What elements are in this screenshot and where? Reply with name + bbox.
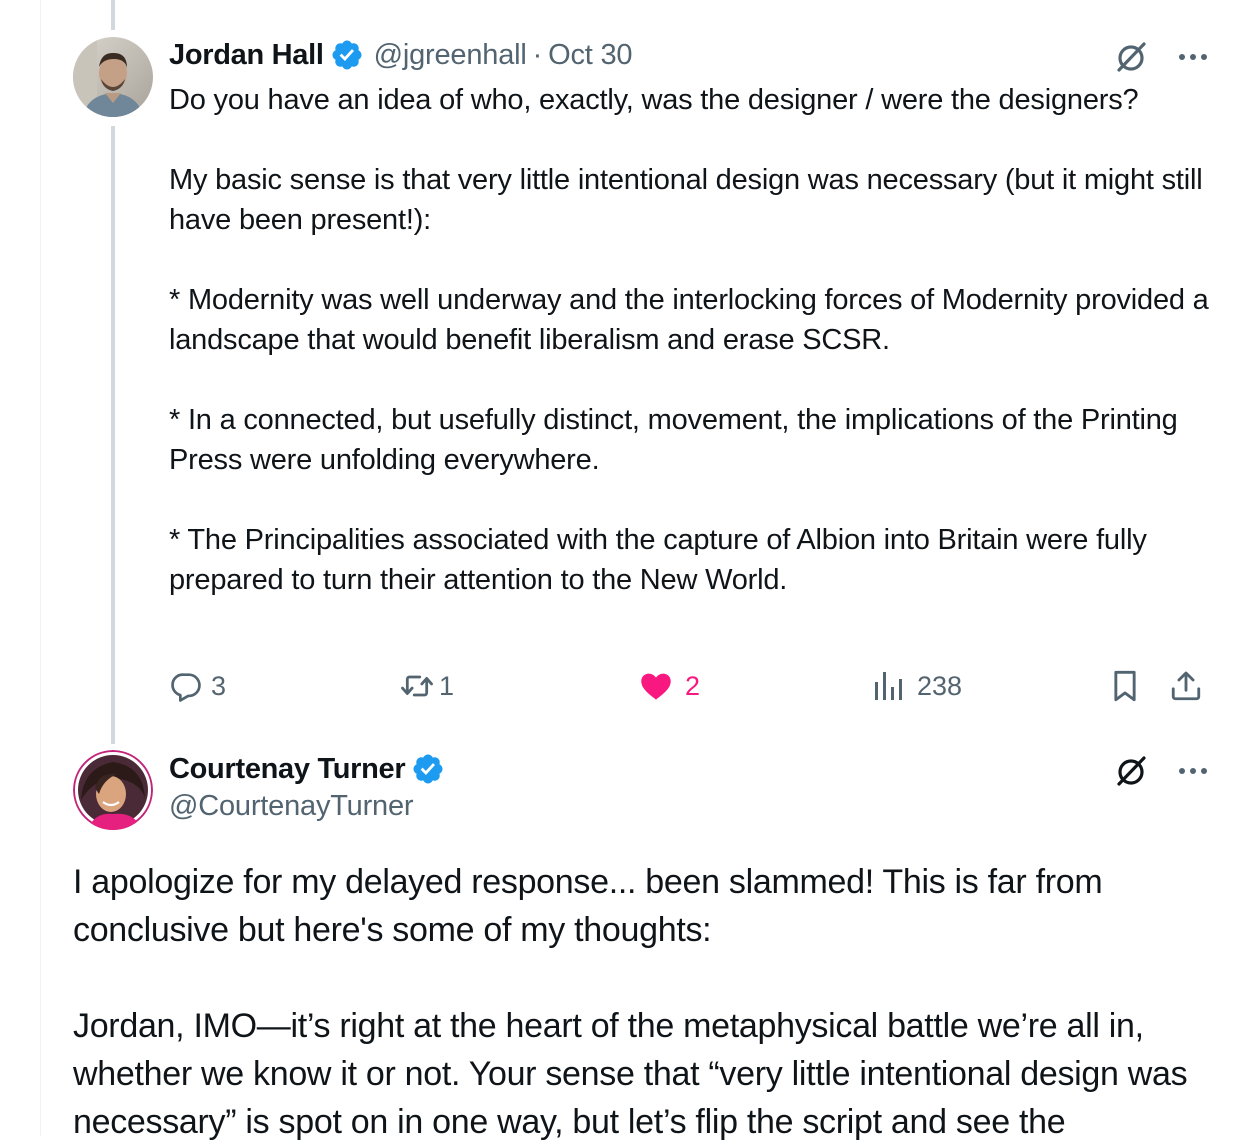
reply-tweet-text: Do you have an idea of who, exactly, was… bbox=[169, 80, 1209, 600]
grok-icon[interactable] bbox=[1114, 754, 1148, 788]
tweet-paragraph: I apologize for my delayed response... b… bbox=[73, 863, 1103, 949]
verified-badge-icon bbox=[332, 40, 362, 70]
views-count: 238 bbox=[917, 670, 963, 701]
tweet-paragraph: * Modernity was well underway and the in… bbox=[169, 284, 1209, 356]
main-tweet-header: Courtenay Turner bbox=[169, 752, 445, 786]
separator-dot: · bbox=[532, 38, 543, 71]
thread-connector bbox=[111, 126, 115, 744]
reply-button[interactable]: 3 bbox=[169, 666, 226, 706]
tweet-paragraph: * In a connected, but usefully distinct,… bbox=[169, 404, 1178, 476]
bookmark-button[interactable] bbox=[1109, 666, 1141, 706]
heart-icon bbox=[641, 673, 671, 700]
author-name[interactable]: Courtenay Turner bbox=[169, 753, 406, 786]
tweet-date[interactable]: Oct 30 bbox=[548, 39, 632, 72]
share-button[interactable] bbox=[1169, 666, 1203, 706]
views-button[interactable]: 238 bbox=[873, 666, 962, 706]
avatar-courtenay-turner[interactable] bbox=[73, 750, 153, 830]
tweet-paragraph: * The Principalities associated with the… bbox=[169, 524, 1147, 596]
author-handle[interactable]: @CourtenayTurner bbox=[169, 790, 414, 823]
reply-count: 3 bbox=[211, 670, 227, 701]
repost-count: 1 bbox=[439, 670, 455, 701]
main-tweet-text: I apologize for my delayed response... b… bbox=[73, 858, 1218, 1146]
repost-button[interactable]: 1 bbox=[399, 666, 454, 706]
verified-badge-icon bbox=[413, 754, 443, 784]
reply-tweet-header: Jordan Hall @jgreenhall · Oct 30 bbox=[169, 38, 633, 72]
grok-icon[interactable] bbox=[1114, 40, 1148, 74]
share-icon bbox=[1171, 671, 1201, 701]
like-button[interactable]: 2 bbox=[639, 666, 700, 706]
repost-icon bbox=[401, 675, 433, 697]
bookmark-icon bbox=[1114, 670, 1136, 702]
reply-icon bbox=[171, 673, 201, 702]
more-icon[interactable] bbox=[1178, 52, 1208, 62]
main-tweet-top-actions bbox=[1114, 754, 1208, 788]
author-name[interactable]: Jordan Hall bbox=[169, 39, 324, 72]
reply-tweet-top-actions bbox=[1114, 40, 1208, 74]
author-handle[interactable]: @jgreenhall bbox=[374, 39, 527, 72]
views-icon bbox=[875, 672, 902, 700]
tweet-paragraph: My basic sense is that very little inten… bbox=[169, 164, 1203, 236]
thread-connector-top bbox=[111, 0, 115, 30]
tweet-action-bar: 3 1 2 238 bbox=[169, 666, 1203, 706]
like-count: 2 bbox=[685, 670, 701, 701]
more-icon[interactable] bbox=[1178, 766, 1208, 776]
tweet-paragraph: Do you have an idea of who, exactly, was… bbox=[169, 84, 1139, 116]
avatar-jordan-hall[interactable] bbox=[73, 37, 153, 117]
tweet-paragraph: Jordan, IMO—it’s right at the heart of t… bbox=[73, 1007, 1188, 1141]
